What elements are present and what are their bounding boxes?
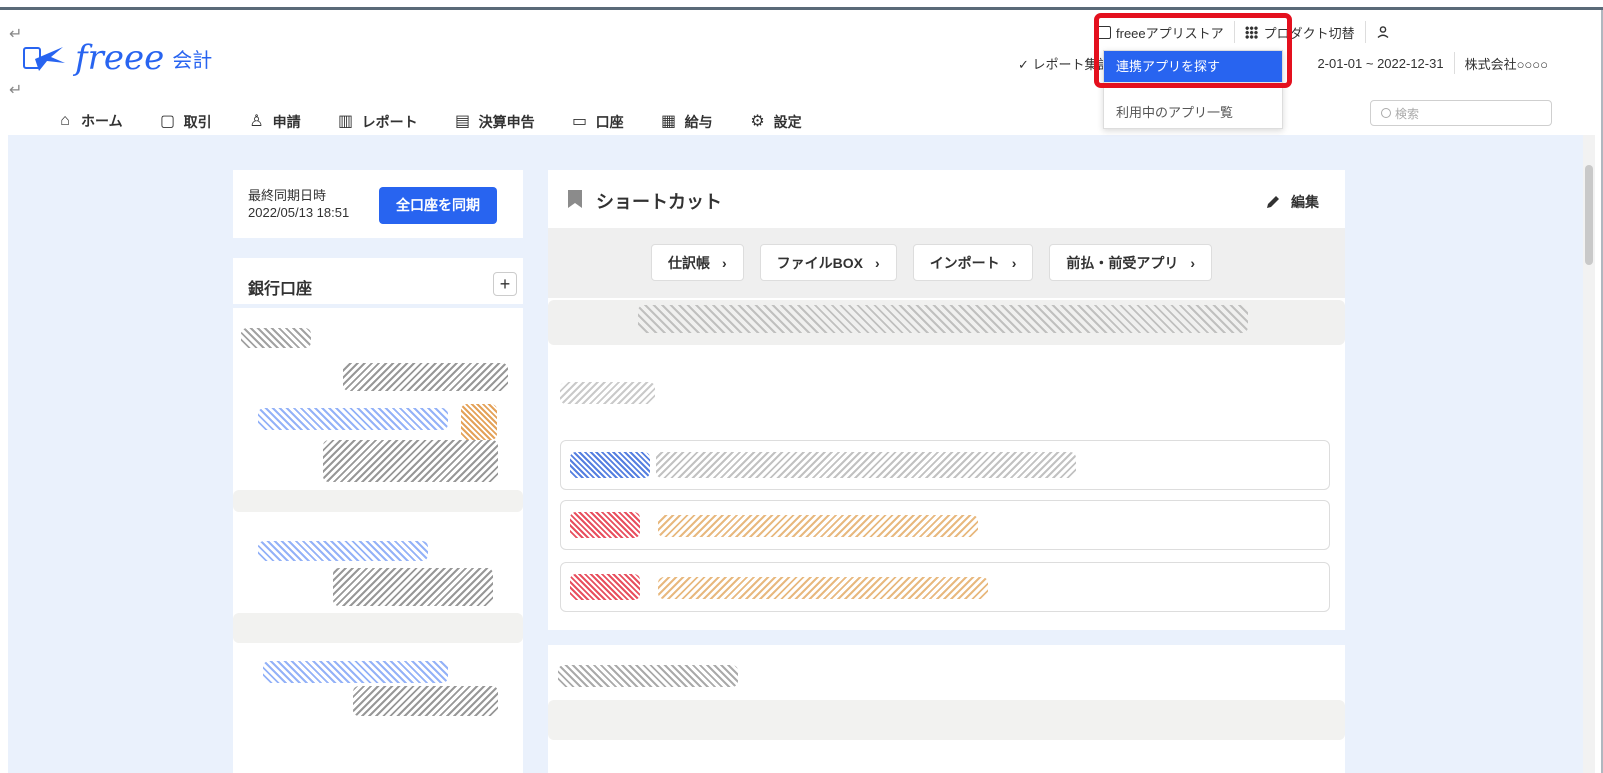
obscured-content [343,363,508,391]
search-input[interactable]: 検索 [1370,100,1552,126]
logo-product-name: 会計 [172,49,213,72]
bank-accounts-title: 銀行口座 [248,281,313,298]
obscured-content [570,574,640,600]
chevron-right-icon: › [1190,254,1196,271]
scrollbar-thumb[interactable] [1585,165,1593,265]
nav-item-label: 給与 [684,114,713,130]
person-check-icon: ♙ [249,113,264,130]
grid-icon [1244,25,1258,39]
shortcut-prepaid-app[interactable]: 前払・前受アプリ › [1049,244,1213,281]
shortcut-filebox[interactable]: ファイルBOX › [759,244,897,281]
user-icon [1377,26,1389,39]
chevron-right-icon: › [875,254,880,271]
return-mark: ↵ [9,80,23,99]
chip-label: ファイルBOX [776,254,864,271]
obscured-content [241,328,311,348]
find-apps-menu-item[interactable]: 連携アプリを探す [1104,51,1282,82]
user-menu-button[interactable] [1376,25,1390,39]
obscured-content [548,700,1345,740]
shortcut-import[interactable]: インポート › [912,244,1034,281]
nav-item-label: 申請 [272,114,301,130]
bar-chart-icon: ▥ [338,113,354,130]
edit-shortcuts-button[interactable]: 編集 [1265,192,1319,212]
logo-wordmark: freee [75,38,165,78]
shortcut-header: ショートカット 編集 [548,170,1345,228]
product-switch-label: プロダクト切替 [1263,25,1355,41]
payroll-icon: ▦ [661,113,677,130]
home-icon: ⌂ [60,111,70,129]
obscured-content [461,404,497,440]
divider [233,304,523,308]
nav-item-label: 口座 [595,114,624,130]
shortcut-panel: ショートカット 編集 仕訳帳 › ファイルBOX › インポート › 前払・前受アプリ… [548,170,1345,630]
obscured-content [658,515,978,537]
return-mark: ↵ [9,24,23,43]
obscured-content [656,452,1076,478]
document-list-icon: ▤ [455,113,471,130]
product-switch-button[interactable]: プロダクト切替 [1244,23,1355,42]
chip-label: 仕訳帳 [668,254,710,271]
header-top-bar: freeeアプリストア プロダクト切替 [1097,20,1390,44]
main-content: 最終同期日時 2022/05/13 18:51 全口座を同期 銀行口座 + ショ… [8,135,1585,773]
chevron-right-icon: › [1011,254,1017,271]
obscured-content [638,305,1248,333]
obscured-content [560,382,655,404]
obscured-content [558,665,738,687]
nav-item-label: 取引 [183,114,212,130]
chip-label: 前払・前受アプリ [1066,254,1179,271]
obscured-content [323,440,498,482]
nav-item-label: レポート [361,114,418,130]
store-bag-icon [1097,25,1111,39]
lower-panel [548,645,1345,773]
bank-accounts-panel: 銀行口座 + [233,258,523,773]
edit-label: 編集 [1291,194,1319,210]
app-store-link[interactable]: freeeアプリストア [1097,23,1224,42]
obscured-content [258,541,428,561]
obscured-content [263,661,448,683]
scrollbar[interactable] [1583,135,1595,773]
window-top-border [0,0,1603,10]
last-sync-time: 2022/05/13 18:51 [248,205,350,220]
swallow-icon [35,47,65,71]
tray-icon: ▢ [160,113,176,130]
app-store-label: freeeアプリストア [1116,25,1224,41]
app-store-dropdown: 連携アプリを探す 利用中のアプリ一覧 [1103,50,1283,129]
chip-label: インポート [929,254,1000,271]
gear-icon: ⚙ [750,113,765,130]
obscured-content [353,686,498,716]
search-placeholder: 検索 [1395,106,1420,121]
nav-item-label: 決算申告 [478,114,535,130]
pencil-icon [1267,196,1279,208]
last-sync-label: 最終同期日時 [248,188,327,203]
shortcut-chips: 仕訳帳 › ファイルBOX › インポート › 前払・前受アプリ › [651,244,1213,281]
nav-item-label: ホーム [81,112,123,129]
obscured-content [233,613,523,643]
obscured-content [570,512,640,538]
freee-logo[interactable]: freee 会計 [23,33,212,83]
dropdown-divider [1104,82,1282,97]
obscured-content [658,577,988,599]
obscured-content [233,490,523,512]
divider [1453,52,1455,74]
divider [1364,21,1366,43]
add-bank-account-button[interactable]: + [493,272,517,296]
chevron-right-icon: › [722,254,727,271]
obscured-content [570,452,650,478]
shortcut-journal[interactable]: 仕訳帳 › [651,244,744,281]
divider [1233,21,1235,43]
bookmark-icon [568,190,582,208]
shortcut-title: ショートカット [596,192,722,212]
apps-in-use-menu-item[interactable]: 利用中のアプリ一覧 [1104,97,1282,128]
obscured-content [258,408,448,430]
search-icon [1381,108,1391,118]
obscured-content [333,568,493,606]
sync-panel: 最終同期日時 2022/05/13 18:51 全口座を同期 [233,170,523,238]
sync-all-button[interactable]: 全口座を同期 [379,187,497,224]
card-icon: ▭ [572,113,588,130]
fiscal-period[interactable]: 2-01-01 ~ 2022-12-31 [1317,56,1443,71]
company-name[interactable]: 株式会社○○○○ [1465,54,1548,73]
nav-item-label: 設定 [773,114,802,130]
